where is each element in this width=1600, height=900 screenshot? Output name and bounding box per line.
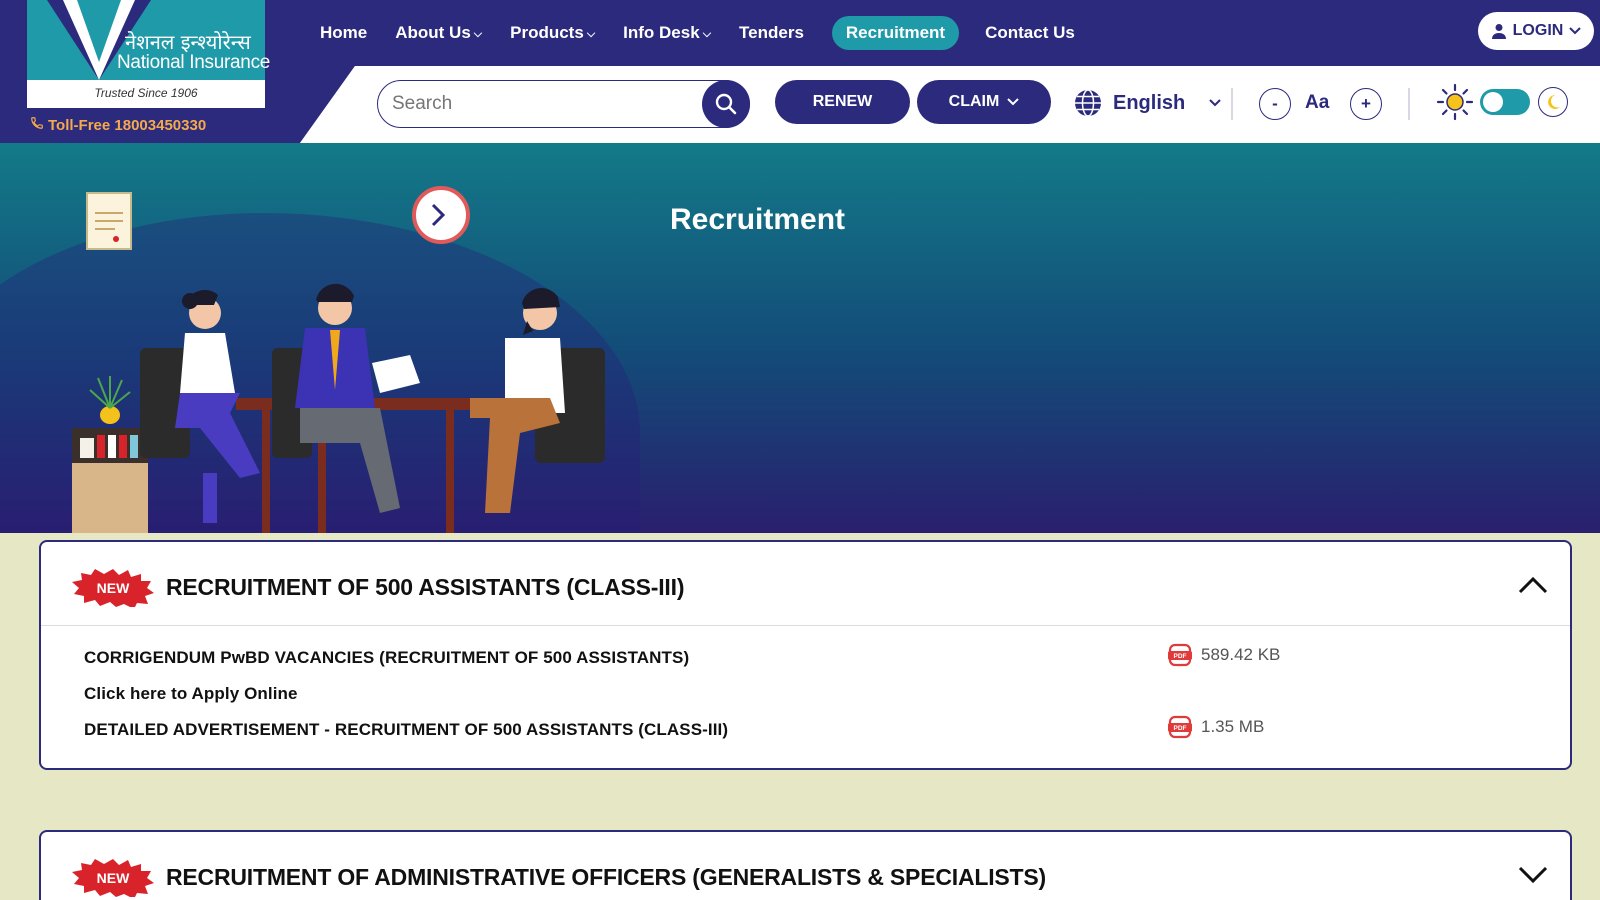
chevron-down-icon: ⌵	[473, 28, 483, 40]
nav-recruitment-label: Recruitment	[845, 23, 946, 42]
nav-recruitment[interactable]: Recruitment	[831, 16, 960, 50]
pdf-icon: PDF	[1168, 715, 1192, 739]
new-badge-text: NEW	[97, 870, 130, 886]
font-size-label: Aa	[1305, 92, 1330, 113]
font-increase-label: +	[1361, 94, 1371, 113]
moon-icon	[1548, 95, 1560, 109]
nav-contact-us[interactable]: Contact Us	[971, 16, 1089, 50]
nav-info-desk-label: Info Desk	[623, 23, 700, 42]
office-interview-illustration	[72, 186, 605, 533]
claim-button[interactable]: CLAIM	[917, 80, 1051, 124]
svg-text:PDF: PDF	[1174, 725, 1187, 732]
nav-products-label: Products	[510, 23, 584, 42]
font-decrease-label: -	[1272, 94, 1278, 113]
document-link[interactable]: DETAILED ADVERTISEMENT - RECRUITMENT OF …	[84, 720, 728, 740]
claim-label: CLAIM	[948, 93, 1000, 110]
renew-label: RENEW	[812, 93, 873, 110]
main-navigation: Home About Us ⌵ Products ⌵ Info Desk ⌵ Tend…	[306, 16, 1089, 50]
apply-online-link[interactable]: Click here to Apply Online	[84, 684, 298, 704]
language-selected: English	[1113, 91, 1186, 114]
page-title: Recruitment	[670, 203, 846, 236]
accordion-header[interactable]: NEW RECRUITMENT OF 500 ASSISTANTS (CLASS…	[41, 542, 1570, 626]
nav-info-desk[interactable]: Info Desk ⌵	[609, 16, 725, 50]
theme-toggle[interactable]	[1480, 89, 1530, 115]
company-logo[interactable]: नेशनल इन्श्योरेन्स National Insurance Tr…	[27, 0, 270, 108]
nav-tenders[interactable]: Tenders	[725, 16, 818, 50]
document-link[interactable]: CORRIGENDUM PwBD VACANCIES (RECRUITMENT …	[84, 648, 689, 668]
sun-icon	[1436, 83, 1474, 121]
nav-tenders-label: Tenders	[739, 23, 804, 42]
chevron-down-icon[interactable]	[1518, 866, 1548, 884]
page-banner: Recruitment	[0, 143, 1600, 533]
font-decrease-button[interactable]: -	[1259, 88, 1291, 120]
accordion-body: CORRIGENDUM PwBD VACANCIES (RECRUITMENT …	[41, 626, 1570, 748]
chevron-down-icon: ⌵	[586, 28, 596, 40]
font-increase-button[interactable]: +	[1350, 88, 1382, 120]
accordion-header[interactable]: NEW RECRUITMENT OF ADMINISTRATIVE OFFICE…	[41, 832, 1570, 900]
language-selector[interactable]: English	[1073, 88, 1221, 118]
renew-button[interactable]: RENEW	[775, 80, 910, 124]
nav-home-label: Home	[320, 23, 368, 42]
chevron-down-icon: ⌵	[702, 28, 712, 40]
logo-tagline: Trusted Since 1906	[94, 86, 198, 100]
divider	[1231, 88, 1233, 120]
svg-text:PDF: PDF	[1174, 653, 1187, 660]
search-input[interactable]	[392, 81, 692, 126]
chevron-down-icon	[1007, 98, 1020, 106]
list-item[interactable]: CORRIGENDUM PwBD VACANCIES (RECRUITMENT …	[41, 640, 1570, 676]
divider	[1408, 88, 1410, 120]
tollfree-text: Toll-Free 18003450330	[48, 117, 207, 134]
logo-hindi-name: नेशनल इन्श्योरेन्स	[125, 30, 251, 54]
search-button[interactable]	[702, 80, 750, 128]
tollfree-number[interactable]: Toll-Free 18003450330	[30, 116, 206, 134]
nav-products[interactable]: Products ⌵	[496, 16, 609, 50]
pdf-icon: PDF	[1168, 643, 1192, 667]
document-download[interactable]: PDF 589.42 KB	[1167, 642, 1280, 668]
accordion-title: RECRUITMENT OF 500 ASSISTANTS (CLASS-III…	[166, 574, 685, 600]
new-badge-icon: NEW	[72, 569, 154, 607]
search-bar	[377, 80, 750, 128]
chevron-down-icon	[1209, 99, 1221, 107]
logo-emblem-inner	[77, 0, 121, 62]
chevron-up-icon[interactable]	[1518, 576, 1548, 594]
nav-about-us-label: About Us	[395, 23, 471, 42]
login-button[interactable]: LOGIN	[1478, 12, 1594, 50]
search-icon	[715, 93, 737, 115]
login-label: LOGIN	[1512, 22, 1564, 39]
accordion-title: RECRUITMENT OF ADMINISTRATIVE OFFICERS (…	[166, 864, 1046, 890]
document-download[interactable]: PDF 1.35 MB	[1167, 714, 1264, 740]
nav-contact-us-label: Contact Us	[985, 23, 1075, 42]
nav-about-us[interactable]: About Us ⌵	[381, 16, 496, 50]
logo-english-name: National Insurance	[117, 52, 271, 73]
chevron-down-icon	[1569, 27, 1582, 35]
globe-icon	[1075, 89, 1101, 117]
list-item[interactable]: DETAILED ADVERTISEMENT - RECRUITMENT OF …	[41, 712, 1570, 748]
accordion-recruitment-500-assistants: NEW RECRUITMENT OF 500 ASSISTANTS (CLASS…	[39, 540, 1572, 770]
accordion-recruitment-administrative-officers: NEW RECRUITMENT OF ADMINISTRATIVE OFFICE…	[39, 830, 1572, 900]
nav-home[interactable]: Home	[306, 16, 381, 50]
new-badge-icon: NEW	[72, 859, 154, 897]
file-size: 589.42 KB	[1201, 645, 1281, 664]
list-item[interactable]: Click here to Apply Online	[41, 676, 1570, 712]
toggle-knob	[1483, 92, 1503, 112]
file-size: 1.35 MB	[1201, 717, 1265, 736]
dark-mode-button[interactable]	[1538, 87, 1568, 117]
user-icon	[1491, 24, 1506, 39]
new-badge-text: NEW	[97, 580, 130, 596]
phone-icon	[31, 117, 43, 129]
